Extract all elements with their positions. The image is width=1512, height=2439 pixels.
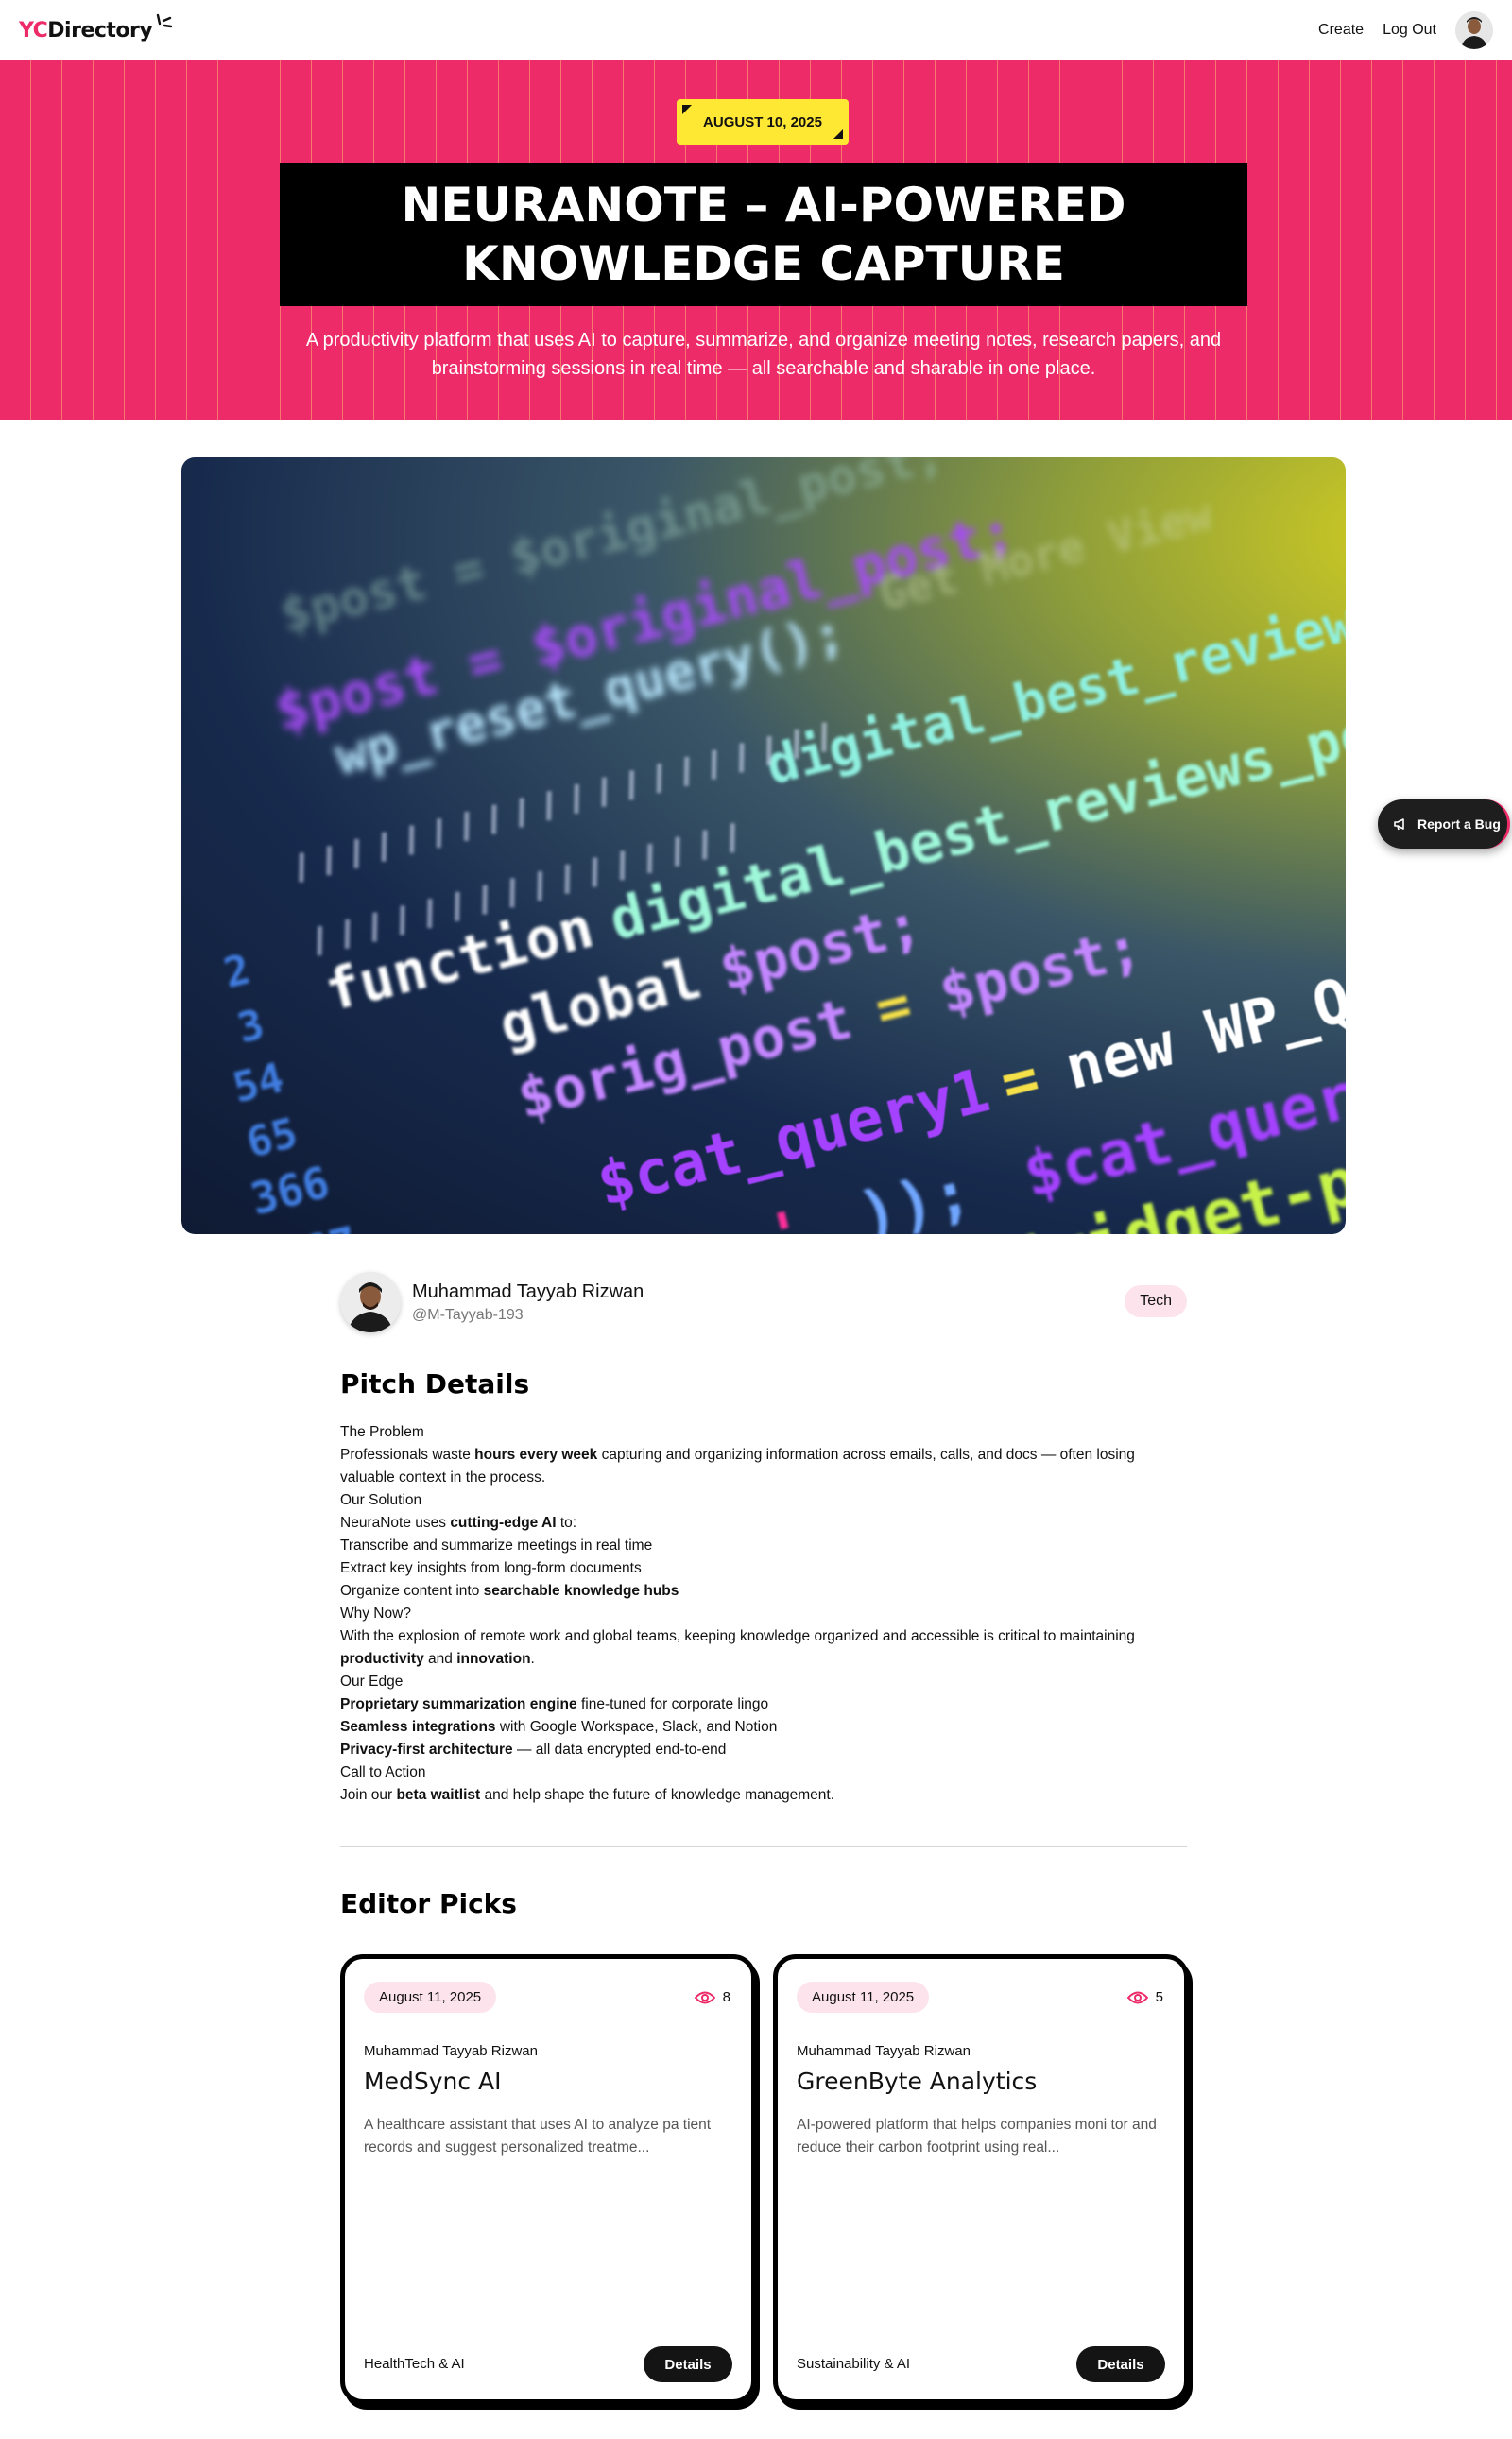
card-views: 5: [1126, 1989, 1163, 2005]
details-button[interactable]: Details: [1076, 2346, 1165, 2382]
pitch-line: The Problem: [340, 1424, 424, 1440]
logo-directory: Directory: [47, 18, 153, 43]
hero-banner: AUGUST 10, 2025 NeuraNote – AI-Powered K…: [0, 60, 1512, 420]
card-author[interactable]: Muhammad Tayyab Rizwan: [797, 2043, 971, 2059]
logo-yc: YC: [19, 18, 48, 43]
author-block: Muhammad Tayyab Rizwan @M-Tayyab-193 Tec…: [340, 1270, 1187, 1334]
user-avatar-icon: [1455, 11, 1493, 49]
card-date: August 11, 2025: [364, 1982, 497, 2013]
top-navbar: YC Directory Create Log Out: [0, 0, 1512, 60]
logout-link[interactable]: Log Out: [1383, 22, 1436, 39]
card-category[interactable]: Sustainability & AI: [797, 2356, 910, 2372]
card-title[interactable]: MedSync AI: [364, 2068, 502, 2095]
logo-sparks-icon: [157, 13, 173, 27]
code-screen-illustration: $post = $original_post; $post = $origina…: [219, 457, 1346, 1234]
pitch-list-item: Extract key insights from long-form docu…: [340, 1560, 642, 1576]
author-avatar[interactable]: [340, 1272, 401, 1332]
startup-card[interactable]: August 11, 2025 8 Muhammad Tayyab Rizwan…: [340, 1954, 756, 2404]
line-number: 366: [246, 1157, 335, 1225]
pitch-details-heading: Pitch Details: [340, 1368, 530, 1400]
line-number: 2: [219, 945, 255, 998]
author-handle: @M-Tayyab-193: [412, 1306, 524, 1323]
hero-date-tag: AUGUST 10, 2025: [677, 99, 849, 145]
code-line: $post;: [933, 914, 1147, 1027]
card-views: 8: [694, 1989, 730, 2005]
pitch-line: Call to Action: [340, 1764, 426, 1780]
code-line: ));: [851, 1155, 978, 1234]
views-count: 8: [722, 1989, 730, 2005]
code-line: =: [868, 970, 918, 1043]
pitch-list-item: Seamless integrations with Google Worksp…: [340, 1719, 778, 1735]
card-description: A healthcare assistant that uses AI to a…: [364, 2117, 712, 2156]
megaphone-icon: [1394, 818, 1404, 831]
pitch-paragraph: Professionals waste hours every week cap…: [340, 1447, 1135, 1486]
card-category[interactable]: HealthTech & AI: [364, 2356, 465, 2372]
eye-icon: [1126, 1991, 1148, 2003]
author-name[interactable]: Muhammad Tayyab Rizwan: [412, 1281, 644, 1303]
startup-card[interactable]: August 11, 2025 5 Muhammad Tayyab Rizwan…: [773, 1954, 1189, 2404]
startup-title: NeuraNote – AI-Powered Knowledge Capture: [280, 163, 1247, 306]
code-line: =: [994, 1043, 1046, 1120]
eye-icon: [694, 1991, 715, 2003]
user-avatar[interactable]: [1455, 11, 1493, 49]
card-description: AI-powered platform that helps companies…: [797, 2117, 1157, 2156]
line-number: 54: [229, 1054, 289, 1112]
card-date: August 11, 2025: [797, 1982, 930, 2013]
code-line: =>: [631, 1219, 722, 1234]
startup-thumbnail-image: $post = $original_post; $post = $origina…: [181, 457, 1346, 1234]
line-number: 3: [232, 1000, 268, 1053]
logo[interactable]: YC Directory: [19, 13, 173, 43]
details-button[interactable]: Details: [644, 2346, 732, 2382]
line-number: 65: [242, 1108, 302, 1167]
pitch-line: Our Solution: [340, 1492, 422, 1508]
pitch-content: The Problem Professionals waste hours ev…: [340, 1421, 1187, 1807]
code-line: ': [760, 1196, 814, 1234]
startup-description: A productivity platform that uses AI to …: [305, 330, 1222, 379]
pitch-list-item: Organize content into searchable knowled…: [340, 1583, 679, 1599]
pitch-line: Our Edge: [340, 1674, 404, 1690]
pitch-paragraph: NeuraNote uses cutting-edge AI to:: [340, 1515, 577, 1531]
line-number: 367: [271, 1216, 364, 1234]
pitch-line: Why Now?: [340, 1606, 411, 1622]
card-author[interactable]: Muhammad Tayyab Rizwan: [364, 2043, 538, 2059]
pitch-list-item: Proprietary summarization engine fine-tu…: [340, 1696, 769, 1712]
card-title[interactable]: GreenByte Analytics: [797, 2068, 1037, 2095]
pitch-list-item: Transcribe and summarize meetings in rea…: [340, 1537, 653, 1554]
editor-picks-heading: Editor Picks: [340, 1888, 517, 1919]
pitch-list-item: Privacy-first architecture — all data en…: [340, 1742, 727, 1758]
views-count: 5: [1155, 1989, 1163, 2005]
pitch-paragraph: Join our beta waitlist and help shape th…: [340, 1787, 835, 1803]
author-avatar-icon: [340, 1272, 401, 1332]
nav-actions: Create Log Out: [1318, 11, 1493, 49]
section-divider: [340, 1846, 1187, 1847]
category-tag[interactable]: Tech: [1125, 1285, 1187, 1317]
pitch-paragraph: With the explosion of remote work and gl…: [340, 1628, 1135, 1667]
report-bug-label: Report a Bug: [1418, 816, 1501, 832]
report-bug-button[interactable]: Report a Bug: [1378, 799, 1510, 849]
create-link[interactable]: Create: [1318, 22, 1364, 39]
